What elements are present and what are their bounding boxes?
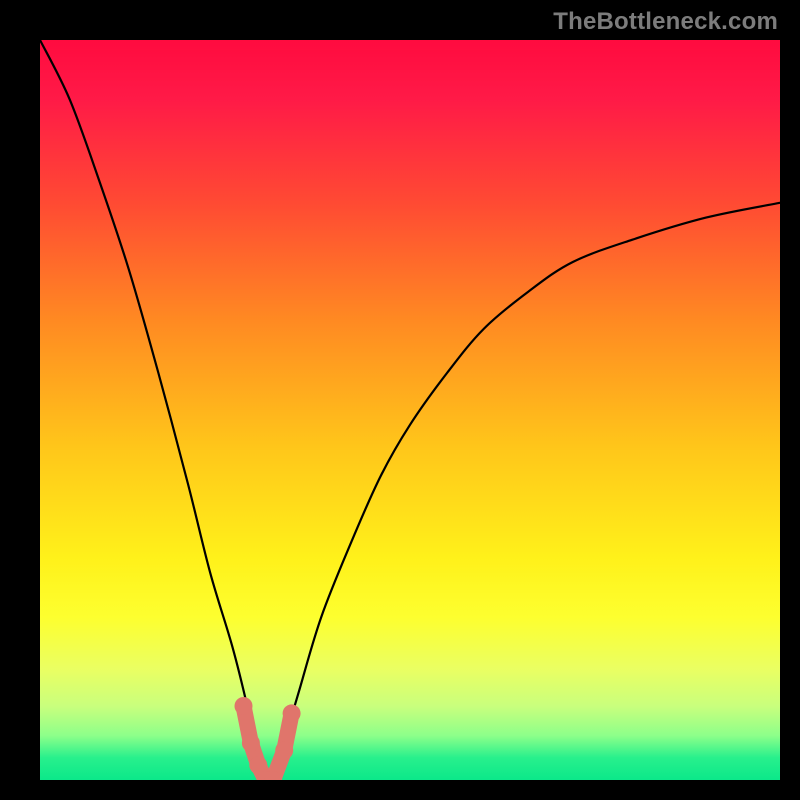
watermark-text: TheBottleneck.com xyxy=(553,8,778,36)
min-marker-bead xyxy=(283,704,301,722)
bottleneck-curve xyxy=(40,40,780,780)
min-marker-bead xyxy=(235,697,253,715)
plot-area xyxy=(40,40,780,780)
min-marker-bead xyxy=(242,734,260,752)
curve-markers xyxy=(235,697,301,780)
min-marker-bead xyxy=(275,741,293,759)
chart-frame: TheBottleneck.com xyxy=(0,0,800,800)
